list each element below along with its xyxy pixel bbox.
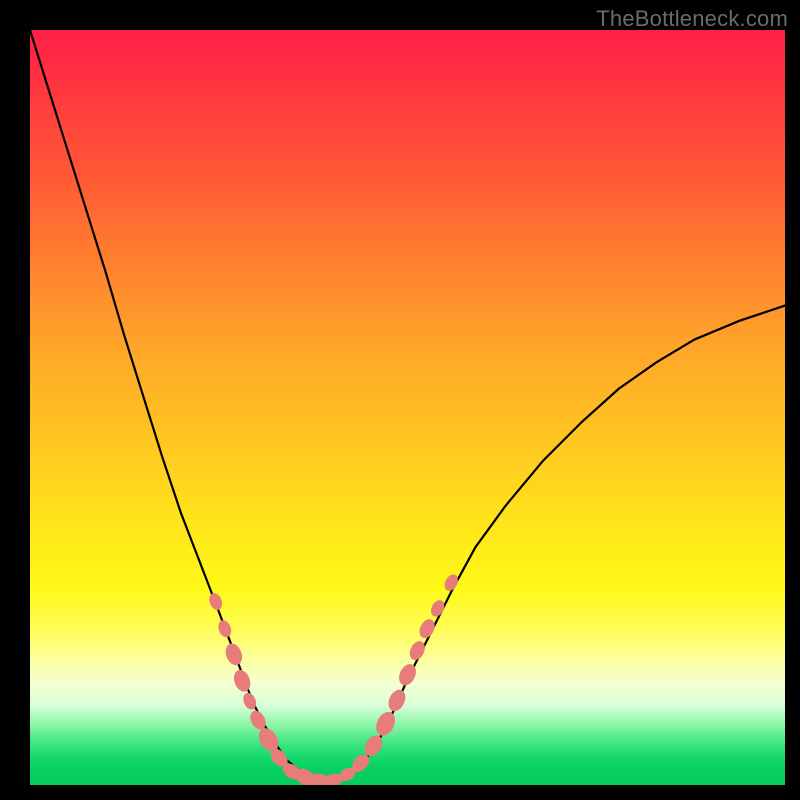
curve-marker <box>407 639 428 663</box>
curve-marker <box>207 591 224 612</box>
curve-marker <box>216 618 233 639</box>
plot-area <box>30 30 785 785</box>
chart-frame: TheBottleneck.com <box>0 0 800 800</box>
curve-marker <box>442 572 461 593</box>
curve-marker <box>385 687 408 714</box>
curve-marker <box>417 617 438 641</box>
curve-layer <box>30 30 785 785</box>
curve-marker <box>373 709 399 739</box>
curve-marker <box>231 668 253 694</box>
curve-marker <box>223 641 245 667</box>
watermark-text: TheBottleneck.com <box>596 6 788 32</box>
curve-marker <box>396 661 419 688</box>
curve-marker <box>428 598 447 619</box>
